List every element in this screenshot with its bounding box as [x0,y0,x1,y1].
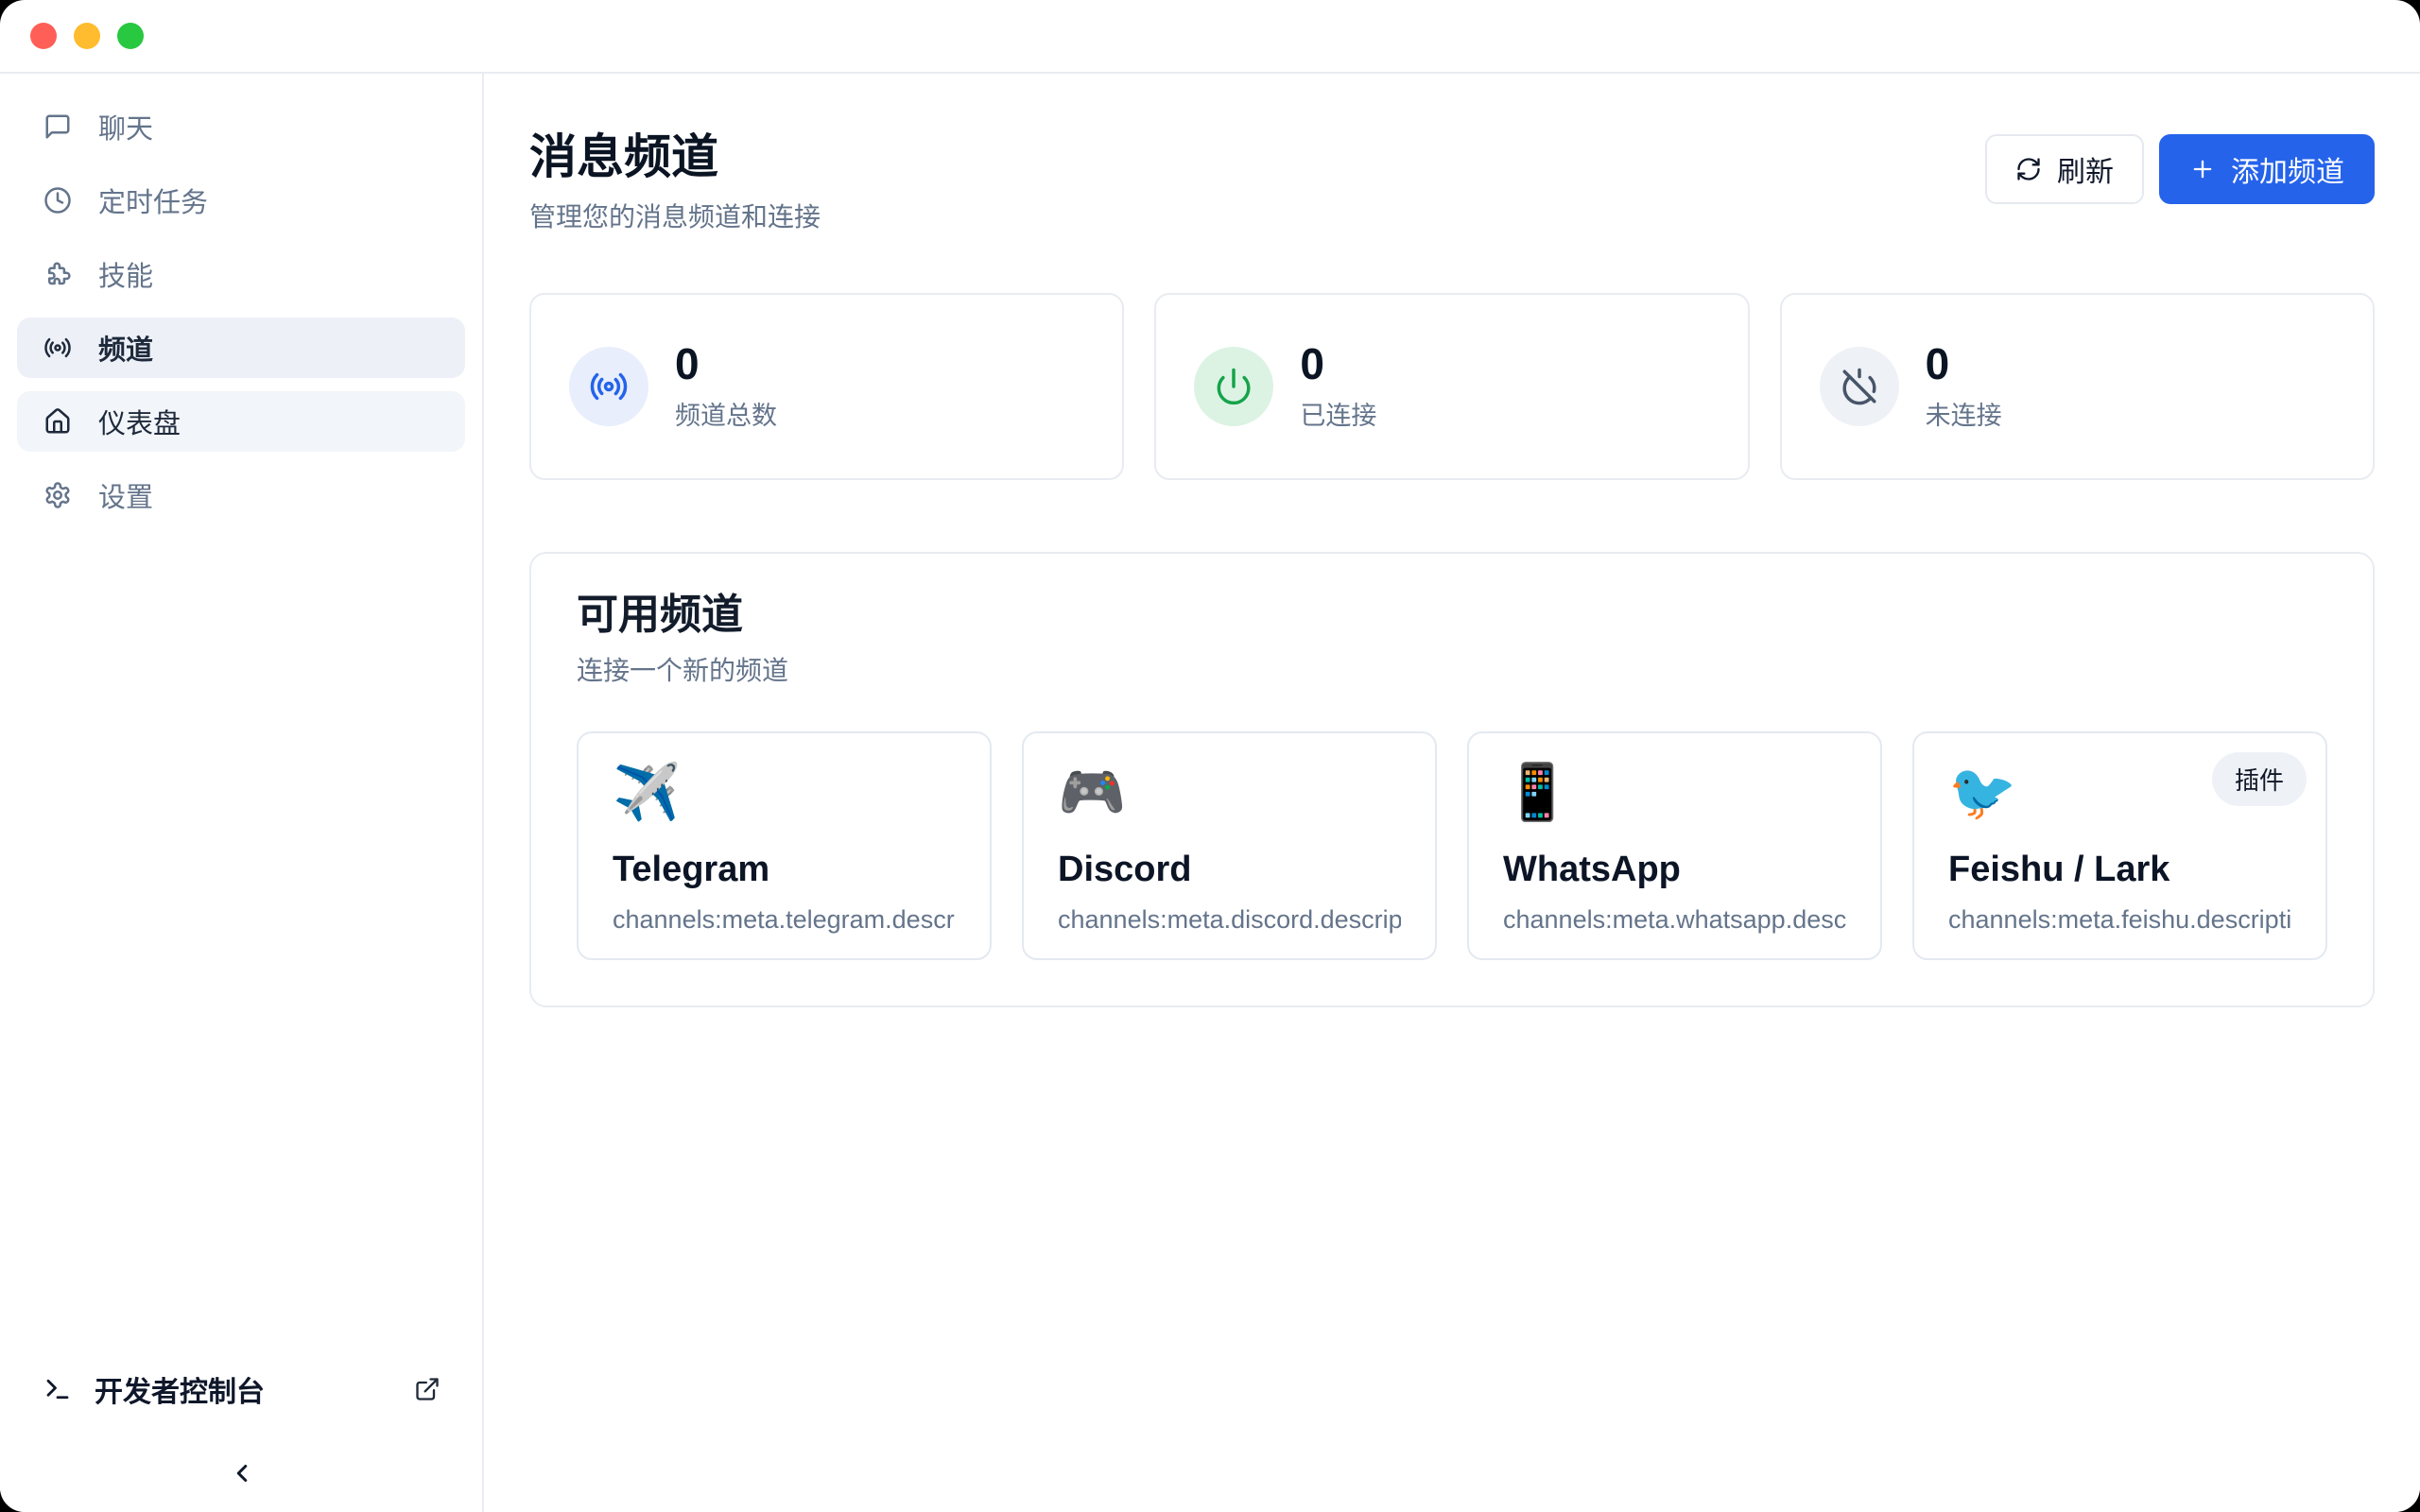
sidebar-footer: 开发者控制台 [0,1368,482,1512]
stat-label: 未连接 [1926,395,2002,432]
zoom-window-button[interactable] [117,23,144,49]
sidebar-collapse-button[interactable] [43,1459,441,1487]
sidebar-item-settings[interactable]: 设置 [17,465,465,525]
channel-name: WhatsApp [1503,850,1846,890]
stat-icon-circle [1194,347,1273,426]
puzzle-icon [43,260,72,288]
stat-icon-circle [1820,347,1899,426]
channels-grid: ✈️ Telegram channels:meta.telegram.descr… [577,731,2327,960]
stat-card-total-channels: 0 频道总数 [529,293,1124,480]
refresh-button-label: 刷新 [2057,148,2114,190]
mobile-phone-emoji-icon: 📱 [1503,762,1846,825]
sidebar-item-scheduled-tasks[interactable]: 定时任务 [17,170,465,231]
channel-description: channels:meta.whatsapp.descrip [1503,905,1846,935]
sidebar-item-label: 仪表盘 [98,402,181,441]
gamepad-emoji-icon: 🎮 [1058,762,1401,825]
channel-description: channels:meta.feishu.description [1948,905,2291,935]
close-window-button[interactable] [30,23,57,49]
minimize-window-button[interactable] [74,23,100,49]
channel-card-telegram[interactable]: ✈️ Telegram channels:meta.telegram.descr… [577,731,992,960]
refresh-button[interactable]: 刷新 [1985,134,2144,204]
radio-icon [589,367,629,406]
stat-card-connected: 0 已连接 [1154,293,1749,480]
app-body: 聊天 定时任务 技能 频道 仪表盘 [0,74,2420,1512]
sidebar-item-label: 聊天 [98,107,153,146]
channel-card-feishu[interactable]: 插件 🐦 Feishu / Lark channels:meta.feishu.… [1912,731,2327,960]
home-icon [43,407,72,436]
add-channel-button-label: 添加频道 [2231,148,2344,190]
channel-description: channels:meta.discord.descriptic [1058,905,1401,935]
window-controls [30,23,144,49]
page-title: 消息频道 [529,119,821,187]
channel-card-whatsapp[interactable]: 📱 WhatsApp channels:meta.whatsapp.descri… [1467,731,1882,960]
chevron-left-icon [228,1459,256,1487]
channel-name: Feishu / Lark [1948,850,2291,890]
available-channels-title: 可用频道 [577,580,2327,641]
developer-console-link[interactable]: 开发者控制台 [43,1368,441,1410]
channel-name: Telegram [613,850,956,890]
airplane-emoji-icon: ✈️ [613,762,956,825]
stat-icon-circle [569,347,648,426]
sidebar-item-chat[interactable]: 聊天 [17,96,465,157]
stats-row: 0 频道总数 0 已连接 [529,293,2375,480]
stat-label: 已连接 [1300,395,1376,432]
stat-card-disconnected: 0 未连接 [1780,293,2375,480]
header-actions: 刷新 添加频道 [1985,134,2375,204]
sidebar-item-channels[interactable]: 频道 [17,318,465,378]
add-channel-button[interactable]: 添加频道 [2159,134,2375,204]
chat-icon [43,112,72,141]
sidebar: 聊天 定时任务 技能 频道 仪表盘 [0,74,484,1512]
sidebar-item-label: 定时任务 [98,180,208,220]
stat-text: 0 已连接 [1300,342,1376,432]
refresh-icon [2015,156,2042,182]
channel-name: Discord [1058,850,1401,890]
titlebar [0,0,2420,74]
page-header-titles: 消息频道 管理您的消息频道和连接 [529,119,821,234]
sidebar-item-label: 技能 [98,254,153,294]
stat-value: 0 [675,342,777,386]
sidebar-menu: 聊天 定时任务 技能 频道 仪表盘 [0,96,482,525]
sidebar-item-dashboard[interactable]: 仪表盘 [17,391,465,452]
stat-value: 0 [1300,342,1376,386]
power-off-icon [1840,367,1879,406]
stat-value: 0 [1926,342,2002,386]
stat-text: 0 频道总数 [675,342,777,432]
sidebar-item-label: 设置 [98,475,153,515]
sidebar-item-skills[interactable]: 技能 [17,244,465,304]
page-subtitle: 管理您的消息频道和连接 [529,197,821,234]
app-window: 聊天 定时任务 技能 频道 仪表盘 [0,0,2420,1512]
available-channels-subtitle: 连接一个新的频道 [577,650,2327,688]
main-content: 消息频道 管理您的消息频道和连接 刷新 添加频道 [484,74,2420,1512]
channel-description: channels:meta.telegram.descript [613,905,956,935]
terminal-icon [43,1375,72,1403]
plus-icon [2189,156,2216,182]
stat-text: 0 未连接 [1926,342,2002,432]
sidebar-item-label: 频道 [98,328,153,368]
developer-console-label: 开发者控制台 [95,1368,265,1410]
page-header: 消息频道 管理您的消息频道和连接 刷新 添加频道 [529,119,2375,234]
available-channels-section: 可用频道 连接一个新的频道 ✈️ Telegram channels:meta.… [529,552,2375,1007]
stat-label: 频道总数 [675,395,777,432]
power-icon [1214,367,1253,406]
external-link-icon [414,1376,441,1402]
clock-icon [43,186,72,215]
gear-icon [43,481,72,509]
channel-card-discord[interactable]: 🎮 Discord channels:meta.discord.descript… [1022,731,1437,960]
plugin-badge: 插件 [2212,752,2307,806]
radio-icon [43,334,72,362]
